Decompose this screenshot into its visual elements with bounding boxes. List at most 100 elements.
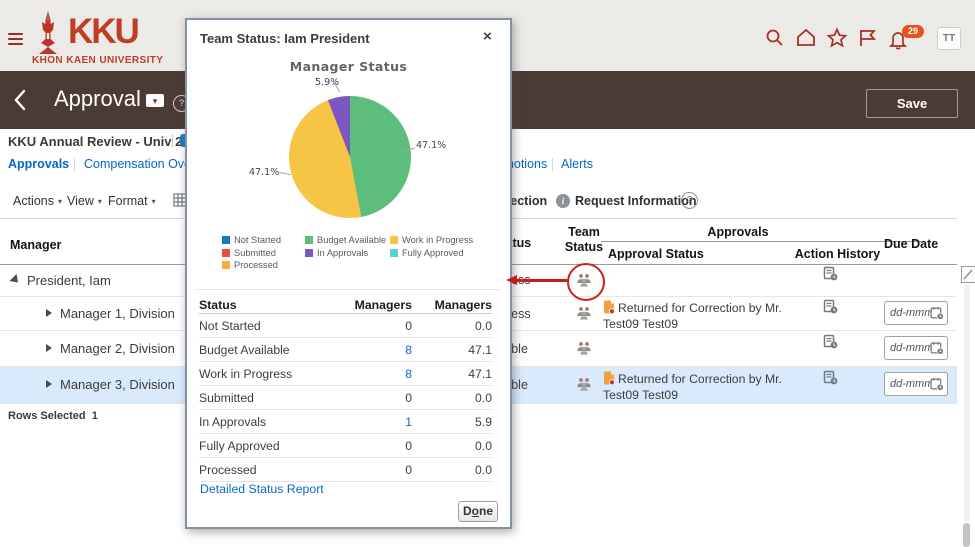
page-title: Approval [54,86,141,112]
legend-swatch [305,236,313,244]
pie-label-work-in-progress: 47.1% [249,167,279,178]
legend-item: Fully Approved [390,248,473,258]
returned-document-icon [603,371,615,389]
chart-title: Manager Status [187,59,510,74]
action-history-icon[interactable] [823,299,838,319]
title-dropdown-icon[interactable] [146,94,164,107]
approvals-span-rule [601,241,921,242]
tab-separator [74,158,75,171]
legend-swatch [390,249,398,257]
calendar-icon[interactable] [930,306,944,325]
status-table-row: Submitted 0 0.0 [199,386,492,410]
tab-alerts[interactable]: Alerts [561,157,593,171]
expand-toggle[interactable] [46,309,52,317]
dialog-title: Team Status: Iam President [200,31,370,46]
col-header-approvals: Approvals [601,225,875,239]
avatar[interactable]: TT [937,27,961,50]
scroll-corner-icon[interactable] [961,266,975,283]
flag-icon[interactable] [856,27,878,54]
pie-leader-line [279,172,291,175]
manager-cell[interactable]: President, Iam [27,273,111,288]
annotation-circle [567,263,605,301]
save-button[interactable]: Save [866,89,958,118]
favorites-star-icon[interactable] [826,27,848,54]
request-information-action[interactable]: Request Information [575,194,697,208]
returned-document-icon [603,300,615,318]
action-history-icon[interactable] [823,266,838,286]
status-table-row: Work in Progress 8 47.1 [199,362,492,386]
manager-count-link[interactable]: 8 [324,343,412,357]
rows-selected-status: Rows Selected 1 [8,410,98,422]
format-menu[interactable]: Format [108,194,156,208]
breadcrumb: KKU Annual Review - Univ 2024 [8,134,204,149]
legend-item: Work in Progress [390,235,473,245]
legend-item: Submitted [222,248,281,258]
chart-legend-col1: Not Started Submitted Processed [222,235,281,273]
vertical-scrollbar[interactable] [964,284,970,522]
pie-label-budget-available: 47.1% [416,140,446,151]
home-icon[interactable] [795,27,817,54]
legend-item: In Approvals [305,248,386,258]
due-date-field-wrap [884,301,948,325]
annotation-arrow-line [516,279,567,282]
chart-legend-col3: Work in Progress Fully Approved [390,235,473,260]
col-header-manager: Manager [10,238,61,252]
manager-count-link[interactable]: 1 [324,415,412,429]
col-header-approval-status: Approval Status [608,247,704,261]
team-status-icon[interactable] [576,341,592,360]
status-table-row: Processed 0 0.0 [199,458,492,482]
manager-cell[interactable]: Manager 1, Division [60,306,175,321]
due-date-field-wrap [884,372,948,396]
logo-name: KHON KAEN UNIVERSITY [32,55,163,66]
back-icon[interactable] [12,88,28,117]
scrollbar-thumb[interactable] [963,523,970,547]
action-history-icon[interactable] [823,334,838,354]
screen: KKU KHON KAEN UNIVERSITY 2 [0,0,975,547]
approval-status-cell: Returned for Correction by Mr. Test09 Te… [603,371,808,402]
dialog-divider [197,289,500,290]
due-date-field-wrap [884,336,948,360]
team-status-icon[interactable] [576,306,592,325]
tab-approvals[interactable]: Approvals [8,157,69,171]
legend-item: Budget Available [305,235,386,245]
toolbar-help-icon[interactable]: ? [681,192,698,209]
action-history-icon[interactable] [823,370,838,390]
legend-swatch [390,236,398,244]
legend-swatch [222,236,230,244]
legend-item: Processed [222,260,281,270]
manager-status-pie [289,96,411,218]
calendar-icon[interactable] [930,377,944,396]
logo-acronym[interactable]: KKU [68,14,138,50]
legend-swatch [222,261,230,269]
expand-toggle[interactable] [46,380,52,388]
status-table-row: Not Started 0 0.0 [199,314,492,338]
close-icon[interactable]: × [483,29,492,44]
approval-status-cell: Returned for Correction by Mr. Test09 Te… [603,300,808,331]
col-header-due-date: Due Date [884,237,938,251]
col-header-action-history: Action History [790,247,885,261]
expand-toggle[interactable] [9,274,21,286]
status-table-row: Budget Available 8 47.1 [199,338,492,362]
search-icon[interactable] [764,27,786,54]
breadcrumb-separator [172,134,173,147]
calendar-icon[interactable] [930,341,944,360]
done-button[interactable]: Done [458,501,498,522]
status-summary-table: Status Managers Managers Not Started 0 0… [199,296,492,482]
legend-item: Not Started [222,235,281,245]
request-information-icon: i [556,194,570,208]
manager-count-link[interactable]: 8 [324,367,412,381]
legend-swatch [222,249,230,257]
team-status-icon[interactable] [576,377,592,396]
view-menu[interactable]: View [67,194,102,208]
annotation-arrow-head [506,275,517,285]
tab-separator [552,158,553,171]
expand-toggle[interactable] [46,344,52,352]
legend-swatch [305,249,313,257]
status-table-header: Status Managers Managers [199,296,492,314]
manager-cell[interactable]: Manager 2, Division [60,341,175,356]
detailed-status-report-link[interactable]: Detailed Status Report [200,482,324,496]
manager-cell[interactable]: Manager 3, Division [60,377,175,392]
actions-menu[interactable]: Actions [13,194,62,208]
hamburger-menu-icon[interactable] [8,33,23,47]
chart-legend-col2: Budget Available In Approvals [305,235,386,260]
